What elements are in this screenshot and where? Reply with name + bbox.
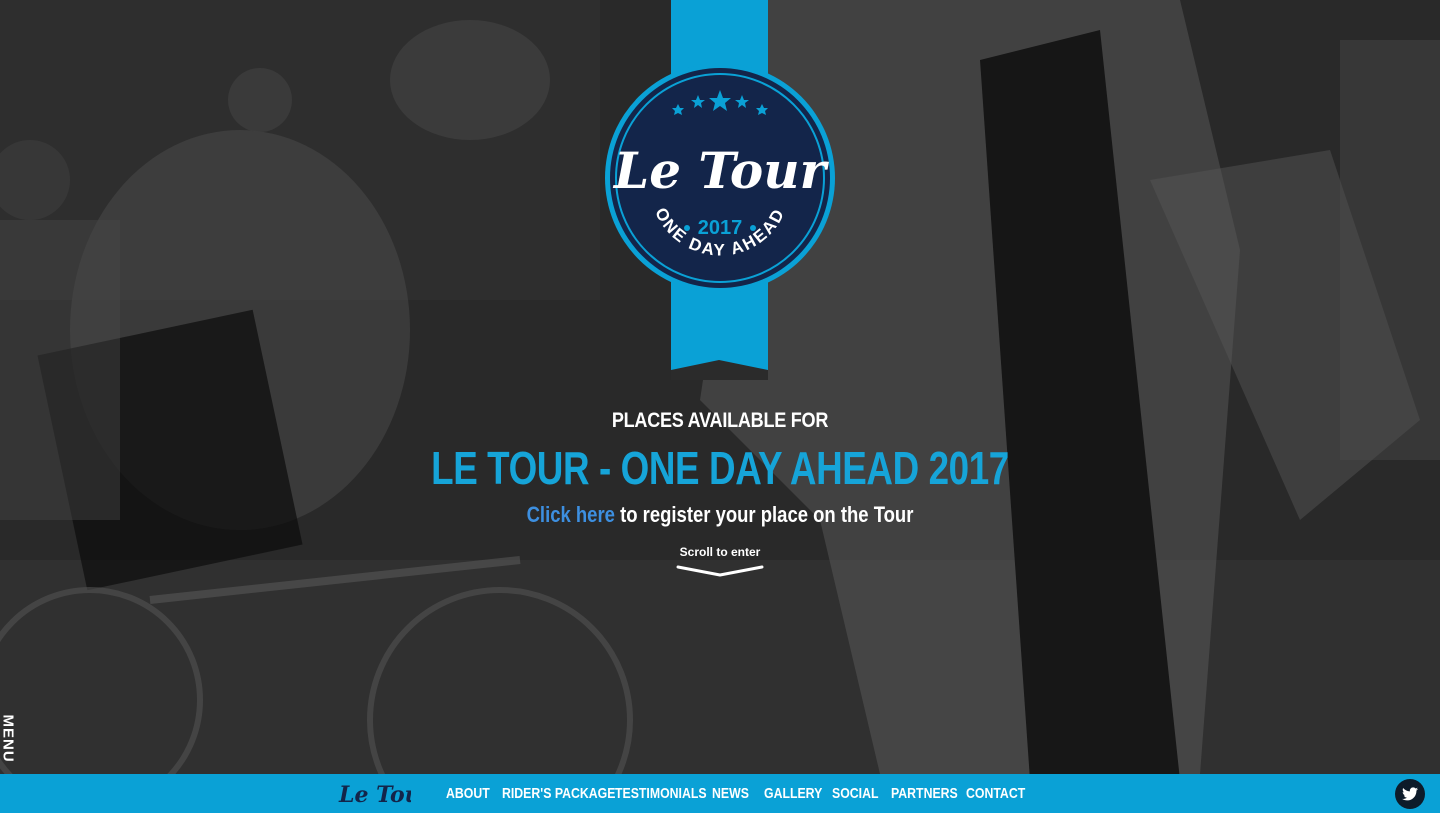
- svg-text:Le Tour: Le Tour: [338, 782, 411, 808]
- svg-text:2017: 2017: [698, 217, 743, 239]
- hero-section: Le Tour 2017 ONE DAY AHEAD PLACES AVAILA…: [0, 0, 1440, 774]
- side-menu-label: MENU: [0, 714, 14, 763]
- main-nav-menu: ABOUT RIDER'S PACKAGE TESTIMONIALS NEWS …: [446, 774, 1026, 813]
- nav-item-partners[interactable]: PARTNERS: [891, 774, 958, 813]
- register-cta-text: to register your place on the Tour: [614, 502, 914, 527]
- le-tour-nav-logo[interactable]: Le Tour: [337, 778, 411, 810]
- twitter-button[interactable]: [1395, 779, 1425, 809]
- hero-text-block: PLACES AVAILABLE FOR LE TOUR - ONE DAY A…: [0, 406, 1440, 530]
- nav-item-contact[interactable]: CONTACT: [966, 774, 1025, 813]
- svg-text:Le Tour: Le Tour: [612, 141, 830, 200]
- nav-item-gallery[interactable]: GALLERY: [764, 774, 822, 813]
- nav-item-riders-package[interactable]: RIDER'S PACKAGE: [502, 774, 615, 813]
- nav-item-about[interactable]: ABOUT: [446, 774, 490, 813]
- chevron-down-icon: [676, 565, 764, 577]
- scroll-label: Scroll to enter: [679, 545, 761, 559]
- side-menu-tab[interactable]: MENU: [0, 712, 14, 774]
- twitter-icon: [1402, 787, 1418, 801]
- register-link[interactable]: Click here: [527, 502, 615, 527]
- page-title: LE TOUR - ONE DAY AHEAD 2017: [431, 442, 1009, 494]
- nav-item-testimonials[interactable]: TESTIMONIALS: [615, 774, 707, 813]
- nav-item-social[interactable]: SOCIAL: [832, 774, 878, 813]
- nav-item-news[interactable]: NEWS: [712, 774, 749, 813]
- bottom-navbar: Le Tour ABOUT RIDER'S PACKAGE TESTIMONIA…: [0, 774, 1440, 813]
- le-tour-badge-logo: Le Tour 2017 ONE DAY AHEAD: [605, 63, 835, 293]
- register-cta: Click here to register your place on the…: [115, 500, 1325, 530]
- places-available-kicker: PLACES AVAILABLE FOR: [611, 409, 829, 432]
- scroll-to-enter[interactable]: Scroll to enter: [620, 545, 820, 578]
